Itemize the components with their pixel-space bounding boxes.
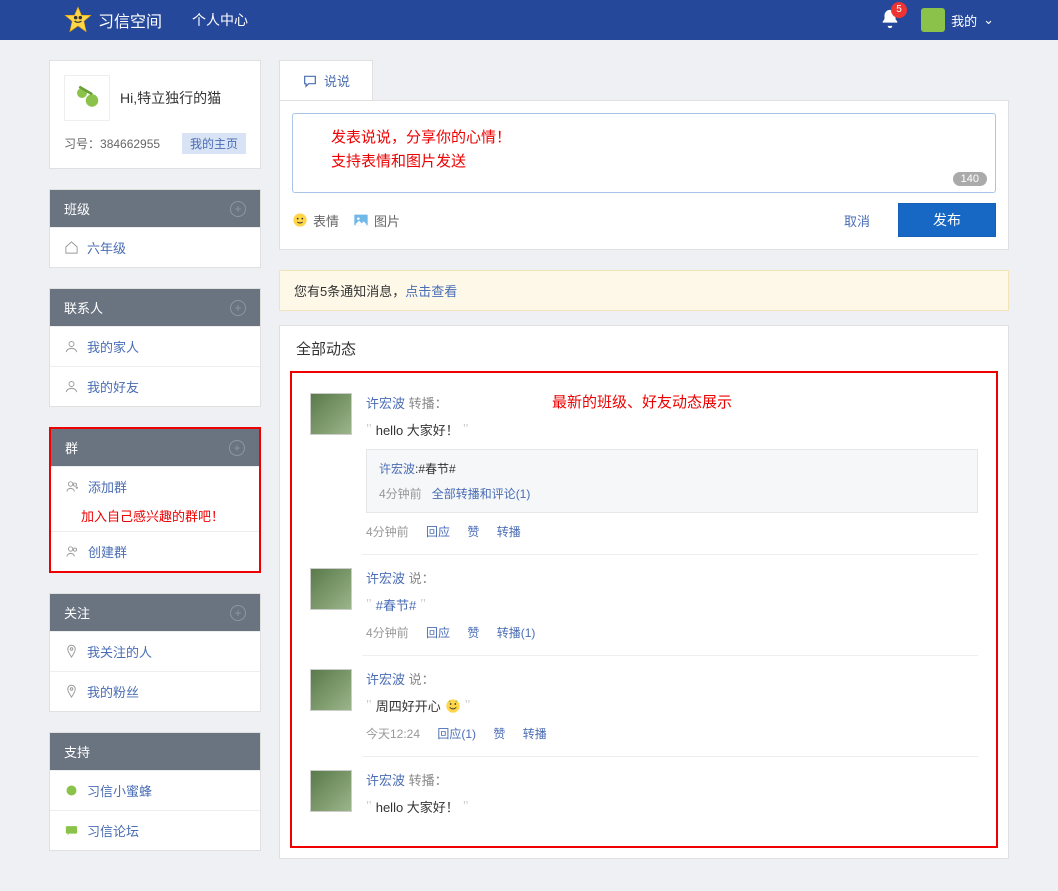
profile-card: Hi,特立独行的猫 习号：384662955 我的主页 xyxy=(49,60,261,169)
brand-logo[interactable]: 习信空间 xyxy=(64,6,162,34)
avatar-icon xyxy=(921,8,945,32)
image-icon xyxy=(353,212,369,228)
profile-greeting: Hi,特立独行的猫 xyxy=(120,88,221,108)
compose-panel: 发表说说，分享你的心情！ 支持表情和图片发送 140 表情 图片 取消 发布 xyxy=(279,100,1009,250)
emoji-tool[interactable]: 表情 xyxy=(292,211,339,230)
quote-icon: " xyxy=(366,698,372,714)
user-icon xyxy=(64,339,79,354)
action-reply[interactable]: 回应(1) xyxy=(437,727,476,741)
section-title: 联系人 xyxy=(64,298,103,317)
speech-icon xyxy=(302,73,318,89)
section-title: 班级 xyxy=(64,199,90,218)
sidebar-item-grade[interactable]: 六年级 xyxy=(50,227,260,267)
feed-annotation: 最新的班级、好友动态展示 xyxy=(552,391,732,412)
section-title: 支持 xyxy=(64,742,90,761)
feed-post: 许宏波 说： "周四好开心" 今天12:24 回应(1) 赞 转播 xyxy=(292,655,996,756)
group-icon xyxy=(65,544,80,559)
tab-shuoshuo[interactable]: 说说 xyxy=(279,60,373,100)
notice-link[interactable]: 点击查看 xyxy=(405,284,457,299)
nav-personal-center[interactable]: 个人中心 xyxy=(192,10,248,30)
group-add-icon xyxy=(65,479,80,494)
smile-icon xyxy=(292,212,308,228)
section-title: 关注 xyxy=(64,603,90,622)
post-user[interactable]: 许宏波 xyxy=(366,672,405,687)
quote-icon: " xyxy=(420,597,426,613)
compose-annotation: 发表说说，分享你的心情！ 支持表情和图片发送 xyxy=(307,126,981,174)
quote-icon: " xyxy=(463,799,469,815)
sidebar-item-bee[interactable]: 习信小蜜蜂 xyxy=(50,770,260,810)
quote-icon: " xyxy=(465,698,471,714)
quote-icon: " xyxy=(366,422,372,438)
feed-title: 全部动态 xyxy=(280,326,1008,371)
action-repost[interactable]: 转播 xyxy=(497,525,521,539)
action-repost[interactable]: 转播 xyxy=(523,727,547,741)
sidebar-item-create-group[interactable]: 创建群 xyxy=(51,531,259,571)
avatar[interactable] xyxy=(310,568,352,610)
user-menu[interactable]: 我的 ⌄ xyxy=(921,8,994,32)
post-user[interactable]: 许宏波 xyxy=(366,396,405,411)
post-user[interactable]: 许宏波 xyxy=(366,773,405,788)
section-class: 班级 + 六年级 xyxy=(49,189,261,268)
profile-id: 习号：384662955 xyxy=(64,135,160,152)
nested-comments-link[interactable]: 全部转播和评论(1) xyxy=(432,487,531,501)
user-menu-label: 我的 xyxy=(951,11,977,30)
action-reply[interactable]: 回应 xyxy=(426,626,450,640)
compose-textarea[interactable]: 发表说说，分享你的心情！ 支持表情和图片发送 140 xyxy=(292,113,996,193)
notice-bar: 您有5条通知消息，点击查看 xyxy=(279,270,1009,311)
sidebar-item-friends[interactable]: 我的好友 xyxy=(50,366,260,406)
avatar[interactable] xyxy=(310,669,352,711)
add-icon[interactable]: + xyxy=(230,605,246,621)
chat-icon xyxy=(64,823,79,838)
sidebar-item-family[interactable]: 我的家人 xyxy=(50,326,260,366)
pin-icon xyxy=(64,684,79,699)
topic-link[interactable]: #春节# xyxy=(376,595,416,614)
section-follow: 关注 + 我关注的人 我的粉丝 xyxy=(49,593,261,712)
sidebar-item-followers[interactable]: 我的粉丝 xyxy=(50,671,260,711)
section-title: 群 xyxy=(65,438,78,457)
image-tool[interactable]: 图片 xyxy=(353,211,400,230)
avatar[interactable] xyxy=(310,393,352,435)
add-icon[interactable]: + xyxy=(230,300,246,316)
feed: 全部动态 最新的班级、好友动态展示 许宏波 转播： "hello 大家好！" 许… xyxy=(279,325,1009,859)
section-contacts: 联系人 + 我的家人 我的好友 xyxy=(49,288,261,407)
quote-icon: " xyxy=(366,799,372,815)
section-groups: 群 + 添加群 加入自己感兴趣的群吧！ 创建群 xyxy=(49,427,261,573)
brand-text: 习信空间 xyxy=(98,8,162,32)
sidebar-item-add-group[interactable]: 添加群 xyxy=(51,466,259,506)
char-counter: 140 xyxy=(953,172,987,186)
feed-post: 最新的班级、好友动态展示 许宏波 转播： "hello 大家好！" 许宏波:#春… xyxy=(292,379,996,554)
action-like[interactable]: 赞 xyxy=(493,727,505,741)
user-icon xyxy=(64,379,79,394)
avatar-icon xyxy=(64,75,110,121)
section-support: 支持 习信小蜜蜂 习信论坛 xyxy=(49,732,261,851)
quote-icon: " xyxy=(463,422,469,438)
bee-icon xyxy=(64,783,79,798)
add-icon[interactable]: + xyxy=(229,440,245,456)
homepage-link[interactable]: 我的主页 xyxy=(182,133,246,154)
action-like[interactable]: 赞 xyxy=(467,525,479,539)
group-annotation: 加入自己感兴趣的群吧！ xyxy=(51,506,259,531)
feed-post: 许宏波 说： "#春节#" 4分钟前 回应 赞 转播(1) xyxy=(292,554,996,655)
feed-post: 许宏波 转播： "hello 大家好！" xyxy=(292,756,996,840)
avatar[interactable] xyxy=(310,770,352,812)
action-like[interactable]: 赞 xyxy=(467,626,479,640)
sidebar-item-forum[interactable]: 习信论坛 xyxy=(50,810,260,850)
sidebar-item-following[interactable]: 我关注的人 xyxy=(50,631,260,671)
pin-icon xyxy=(64,644,79,659)
quote-icon: " xyxy=(366,597,372,613)
nested-user[interactable]: 许宏波 xyxy=(379,462,415,476)
action-reply[interactable]: 回应 xyxy=(426,525,450,539)
happy-emoji-icon xyxy=(445,698,461,714)
notification-badge: 5 xyxy=(891,2,907,18)
action-repost[interactable]: 转播(1) xyxy=(497,626,536,640)
add-icon[interactable]: + xyxy=(230,201,246,217)
nested-post: 许宏波:#春节# 4分钟前全部转播和评论(1) xyxy=(366,449,978,513)
publish-button[interactable]: 发布 xyxy=(898,203,996,237)
chevron-down-icon: ⌄ xyxy=(983,12,994,28)
post-user[interactable]: 许宏波 xyxy=(366,571,405,586)
cancel-button[interactable]: 取消 xyxy=(844,211,870,230)
star-icon xyxy=(64,6,92,34)
notifications-button[interactable]: 5 xyxy=(879,8,901,33)
home-icon xyxy=(64,240,79,255)
